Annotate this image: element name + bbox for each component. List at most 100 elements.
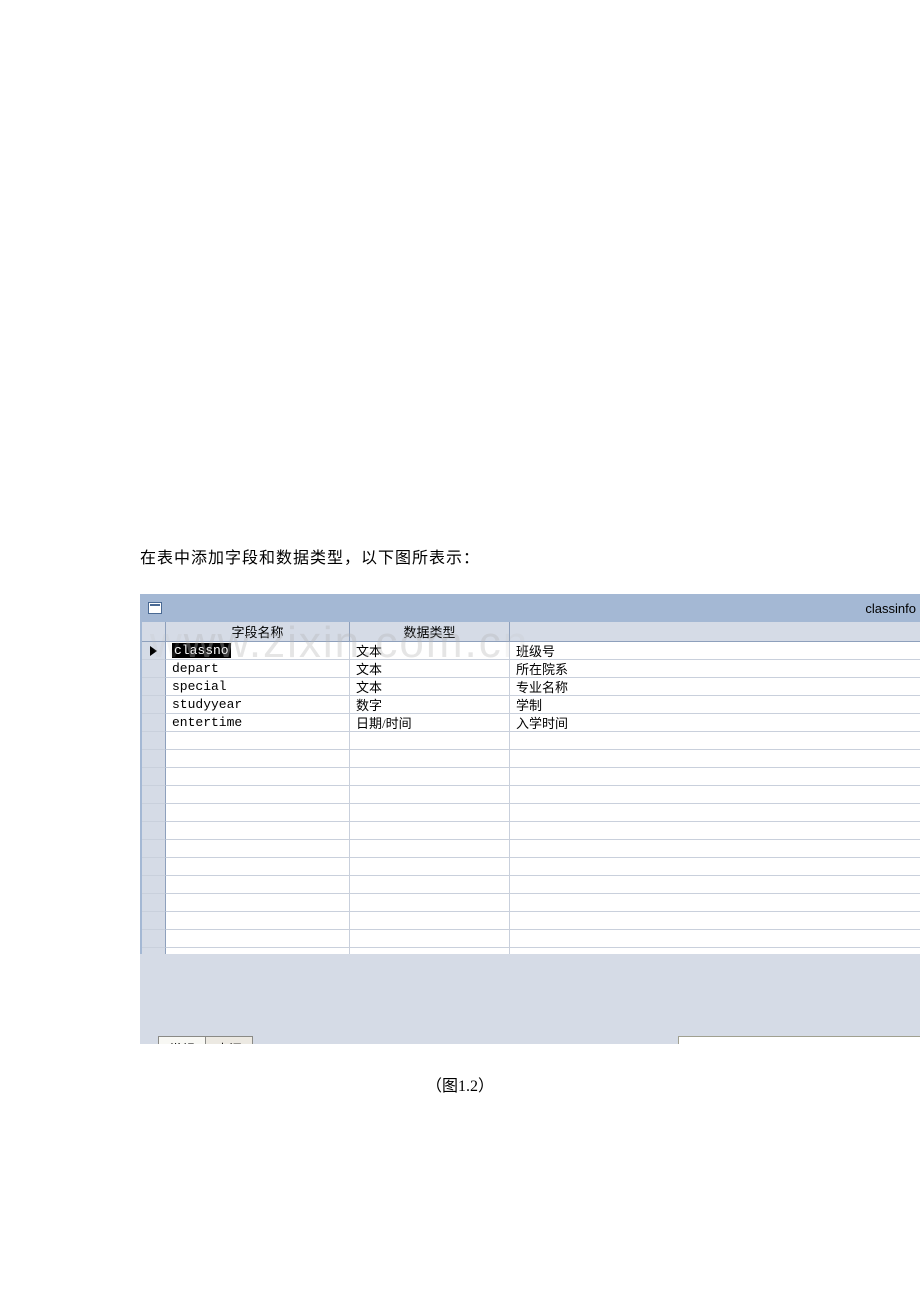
table-row[interactable] (142, 750, 920, 768)
cell-description[interactable] (510, 786, 920, 804)
cell-field-name[interactable] (166, 840, 350, 858)
tab-lookup[interactable]: 查阅 (205, 1036, 253, 1044)
cell-field-name[interactable] (166, 858, 350, 876)
cell-field-name[interactable] (166, 750, 350, 768)
row-selector[interactable] (142, 876, 166, 894)
current-row-indicator-icon (150, 646, 157, 656)
row-selector[interactable] (142, 912, 166, 930)
window-icon (148, 602, 162, 614)
table-row[interactable] (142, 768, 920, 786)
header-description[interactable] (510, 622, 920, 642)
cell-description[interactable] (510, 750, 920, 768)
cell-description[interactable]: 所在院系 (510, 660, 920, 678)
row-selector-header (142, 622, 166, 642)
cell-field-name[interactable]: studyyear (166, 696, 350, 714)
cell-field-name[interactable] (166, 912, 350, 930)
table-row[interactable] (142, 804, 920, 822)
table-row[interactable] (142, 732, 920, 750)
intro-text: 在表中添加字段和数据类型，以下图所表示： (140, 544, 480, 568)
row-selector[interactable] (142, 786, 166, 804)
cell-data-type[interactable] (350, 750, 510, 768)
row-selector[interactable] (142, 696, 166, 714)
cell-data-type[interactable] (350, 858, 510, 876)
cell-description[interactable] (510, 894, 920, 912)
property-tabs: 常规 查阅 (158, 985, 253, 1044)
cell-description[interactable] (510, 822, 920, 840)
cell-data-type[interactable] (350, 894, 510, 912)
cell-data-type[interactable] (350, 822, 510, 840)
cell-description[interactable]: 学制 (510, 696, 920, 714)
row-selector[interactable] (142, 660, 166, 678)
table-row[interactable]: entertime日期/时间入学时间 (142, 714, 920, 732)
table-row[interactable]: special文本专业名称 (142, 678, 920, 696)
row-selector[interactable] (142, 930, 166, 948)
cell-data-type[interactable]: 文本 (350, 660, 510, 678)
table-row[interactable]: classno 文本班级号 (142, 642, 920, 660)
row-selector[interactable] (142, 858, 166, 876)
table-row[interactable]: studyyear数字学制 (142, 696, 920, 714)
table-row[interactable] (142, 930, 920, 948)
cell-data-type[interactable]: 数字 (350, 696, 510, 714)
row-selector[interactable] (142, 678, 166, 696)
cell-data-type[interactable] (350, 930, 510, 948)
cell-field-name[interactable]: entertime (166, 714, 350, 732)
property-help-panel (678, 1036, 920, 1044)
cell-data-type[interactable]: 文本 (350, 678, 510, 696)
cell-data-type[interactable] (350, 840, 510, 858)
cell-description[interactable]: 班级号 (510, 642, 920, 660)
table-row[interactable] (142, 876, 920, 894)
cell-data-type[interactable] (350, 768, 510, 786)
cell-data-type[interactable] (350, 804, 510, 822)
table-row[interactable] (142, 912, 920, 930)
table-row[interactable] (142, 840, 920, 858)
cell-field-name[interactable] (166, 786, 350, 804)
row-selector[interactable] (142, 732, 166, 750)
table-designer-window: classinfo 字段名称 数据类型 classno文本班级号depart文本… (140, 594, 920, 1044)
cell-field-name[interactable] (166, 876, 350, 894)
field-name-value[interactable]: classno (172, 643, 231, 658)
cell-field-name[interactable] (166, 732, 350, 750)
cell-data-type[interactable]: 文本 (350, 642, 510, 660)
cell-description[interactable]: 入学时间 (510, 714, 920, 732)
header-data-type[interactable]: 数据类型 (350, 622, 510, 642)
row-selector[interactable] (142, 822, 166, 840)
table-row[interactable] (142, 822, 920, 840)
row-selector[interactable] (142, 714, 166, 732)
row-selector[interactable] (142, 894, 166, 912)
cell-data-type[interactable]: 日期/时间 (350, 714, 510, 732)
cell-data-type[interactable] (350, 786, 510, 804)
row-selector[interactable] (142, 768, 166, 786)
cell-data-type[interactable] (350, 876, 510, 894)
cell-description[interactable] (510, 840, 920, 858)
grid-header-row: 字段名称 数据类型 (142, 622, 920, 642)
cell-description[interactable] (510, 858, 920, 876)
cell-description[interactable] (510, 768, 920, 786)
cell-description[interactable] (510, 876, 920, 894)
table-row[interactable] (142, 894, 920, 912)
cell-field-name[interactable] (166, 768, 350, 786)
field-properties-pane: 常规 查阅 (140, 966, 920, 1044)
cell-field-name[interactable]: depart (166, 660, 350, 678)
cell-data-type[interactable] (350, 912, 510, 930)
row-selector[interactable] (142, 804, 166, 822)
cell-description[interactable] (510, 930, 920, 948)
cell-field-name[interactable] (166, 894, 350, 912)
cell-description[interactable] (510, 912, 920, 930)
row-selector[interactable] (142, 750, 166, 768)
cell-data-type[interactable] (350, 732, 510, 750)
cell-field-name[interactable]: classno (166, 642, 350, 660)
cell-field-name[interactable] (166, 930, 350, 948)
cell-field-name[interactable]: special (166, 678, 350, 696)
row-selector[interactable] (142, 840, 166, 858)
table-row[interactable] (142, 786, 920, 804)
header-field-name[interactable]: 字段名称 (166, 622, 350, 642)
row-selector[interactable] (142, 642, 166, 660)
cell-field-name[interactable] (166, 804, 350, 822)
cell-description[interactable] (510, 732, 920, 750)
table-row[interactable] (142, 858, 920, 876)
cell-description[interactable] (510, 804, 920, 822)
tab-general[interactable]: 常规 (158, 1036, 206, 1044)
cell-description[interactable]: 专业名称 (510, 678, 920, 696)
cell-field-name[interactable] (166, 822, 350, 840)
table-row[interactable]: depart文本所在院系 (142, 660, 920, 678)
